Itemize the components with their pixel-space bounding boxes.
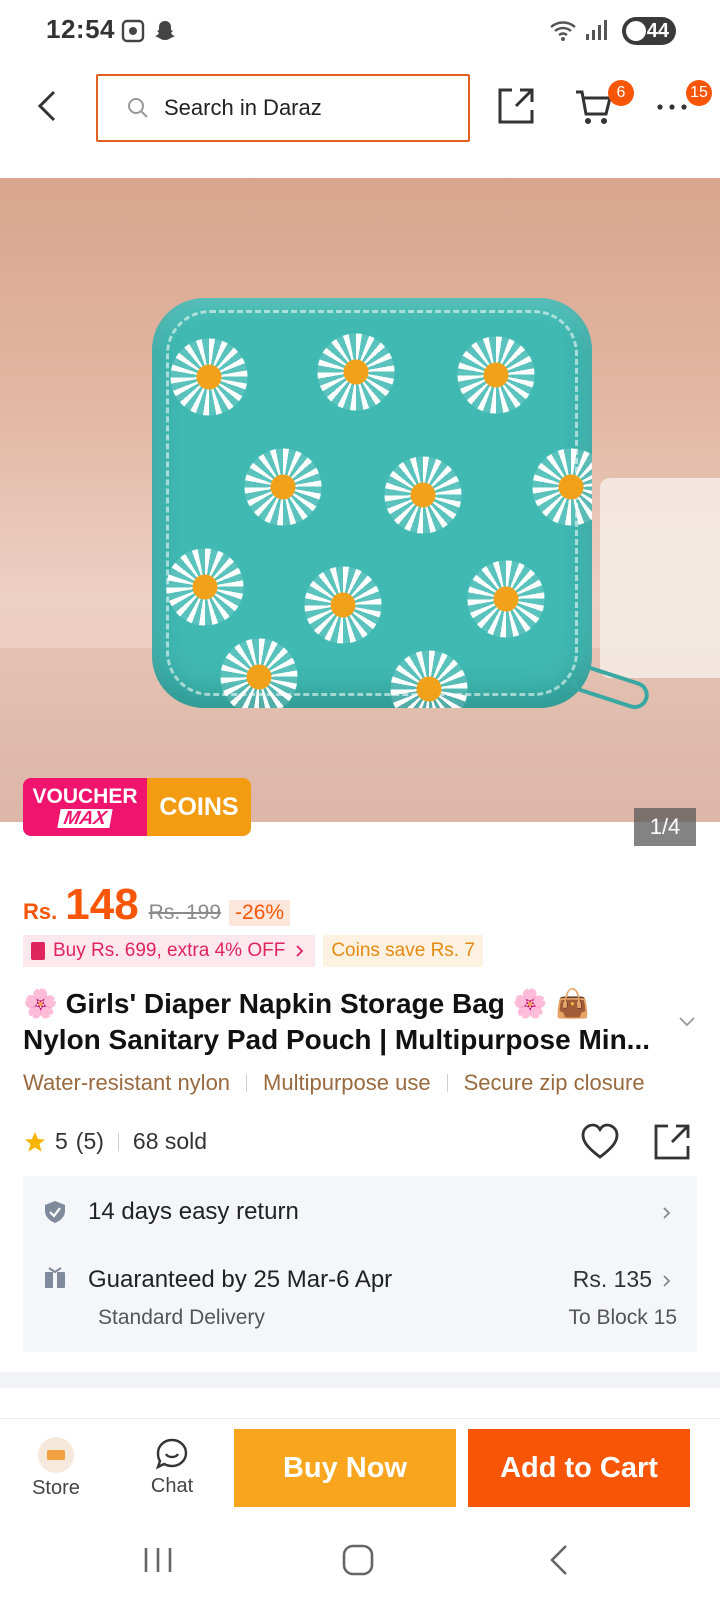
cart-count-badge: 6 [608, 80, 634, 106]
battery-indicator: 44 [622, 17, 676, 45]
star-icon [25, 1131, 45, 1151]
rating-value: 5 [55, 1128, 68, 1154]
return-policy-row[interactable]: 14 days easy return [23, 1176, 697, 1246]
battery-level: 44 [646, 19, 669, 42]
more-count-badge: 15 [686, 80, 712, 106]
daisy-print [317, 333, 395, 411]
product-title-line2: Nylon Sanitary Pad Pouch | Multipurpose … [23, 1024, 651, 1055]
rating-row[interactable]: 5 (5) 68 sold [23, 1128, 207, 1155]
bundle-promo-text: Buy Rs. 699, extra 4% OFF [53, 940, 286, 961]
original-price: Rs. 199 [148, 901, 222, 924]
daisy-print [170, 338, 248, 416]
product-title-line1: 🌸 Girls' Diaper Napkin Storage Bag 🌸 👜 [23, 988, 591, 1019]
store-button[interactable]: Store [21, 1437, 91, 1500]
voucher-text: VOUCHER [32, 785, 138, 808]
recents-icon[interactable] [138, 1542, 178, 1578]
store-logo [38, 1437, 74, 1473]
coins-label: COINS [147, 778, 251, 836]
price-row: Rs. 148 Rs. 199 -26% [23, 880, 291, 930]
feature-item: Secure zip closure [463, 1070, 645, 1095]
feature-highlights: Water-resistant nylon Multipurpose use S… [23, 1070, 720, 1096]
chevron-right-icon [663, 1275, 671, 1287]
battery-saver-icon [626, 21, 646, 41]
shield-check-icon [45, 1201, 65, 1223]
divider [117, 1132, 119, 1151]
rating-count: (5) [75, 1128, 104, 1154]
signal-icon [586, 20, 607, 40]
chat-icon [155, 1438, 188, 1470]
share-icon[interactable] [496, 86, 536, 126]
top-header: 6 15 [0, 64, 720, 174]
delivery-row[interactable]: Guaranteed by 25 Mar-6 Apr Standard Deli… [23, 1246, 697, 1352]
feature-item: Water-resistant nylon [23, 1070, 231, 1095]
delivery-fee: Rs. 135 [572, 1266, 652, 1292]
chat-button[interactable]: Chat [137, 1437, 207, 1498]
status-time: 12:54 [46, 14, 115, 44]
more-icon[interactable] [656, 102, 688, 112]
store-label: Store [32, 1477, 80, 1499]
coins-save-chip: Coins save Rs. 7 [323, 935, 483, 967]
feature-item: Multipurpose use [263, 1070, 431, 1095]
voucher-max-coins-badge: VOUCHER MAX COINS [23, 778, 251, 836]
daisy-print [457, 336, 535, 414]
snapchat-icon [155, 21, 175, 40]
current-price: 148 [65, 880, 139, 929]
service-info-card: 14 days easy return Guaranteed by 25 Mar… [23, 1176, 697, 1352]
daisy-print [467, 560, 545, 638]
chat-label: Chat [150, 1475, 194, 1497]
daisy-print [244, 448, 322, 526]
delivery-box-icon [45, 1267, 65, 1288]
system-nav-bar [0, 1520, 720, 1600]
status-bar: 12:54 44 [0, 0, 720, 64]
wifi-icon [550, 21, 576, 41]
home-icon[interactable] [338, 1542, 378, 1578]
add-to-cart-button[interactable]: Add to Cart [468, 1429, 690, 1507]
search-input[interactable] [164, 95, 454, 121]
daisy-print [220, 638, 298, 708]
back-nav-icon[interactable] [540, 1542, 580, 1578]
discount-badge: -26% [229, 900, 291, 926]
product-pouch [152, 298, 592, 708]
chevron-right-icon [663, 1207, 671, 1219]
max-text: MAX [57, 808, 113, 829]
divider [246, 1074, 248, 1092]
buy-now-button[interactable]: Buy Now [234, 1429, 456, 1507]
chevron-right-icon [296, 945, 304, 957]
daisy-print [166, 548, 244, 626]
divider [446, 1074, 448, 1092]
product-image[interactable] [0, 178, 720, 822]
bundle-promo-chip[interactable]: Buy Rs. 699, extra 4% OFF [23, 935, 316, 967]
image-counter: 1/4 [634, 808, 696, 846]
delivery-guarantee-text: Guaranteed by 25 Mar-6 Apr [88, 1266, 393, 1293]
delivery-type: Standard Delivery [98, 1306, 265, 1329]
share-icon[interactable] [652, 1122, 692, 1162]
delivery-destination: To Block 15 [568, 1306, 677, 1329]
bottom-action-bar: Store Chat Buy Now Add to Cart [0, 1418, 720, 1518]
price-currency: Rs. [23, 899, 58, 924]
heart-icon[interactable] [580, 1122, 620, 1162]
daisy-print [384, 456, 462, 534]
voucher-max-label: VOUCHER MAX [23, 778, 147, 836]
sold-count: 68 sold [132, 1128, 208, 1154]
daisy-print [304, 566, 382, 644]
return-policy-text: 14 days easy return [88, 1198, 299, 1225]
screenshot-icon [121, 19, 145, 43]
section-divider [0, 1372, 720, 1388]
search-icon [128, 98, 148, 118]
back-arrow-icon[interactable] [30, 86, 66, 126]
product-title: 🌸 Girls' Diaper Napkin Storage Bag 🌸 👜 N… [23, 986, 683, 1058]
voucher-tag-icon [31, 942, 45, 960]
promo-row: Buy Rs. 699, extra 4% OFF Coins save Rs.… [23, 935, 483, 967]
search-bar[interactable] [96, 74, 470, 142]
chevron-down-icon[interactable] [676, 1010, 698, 1032]
tissue-background [600, 478, 720, 678]
